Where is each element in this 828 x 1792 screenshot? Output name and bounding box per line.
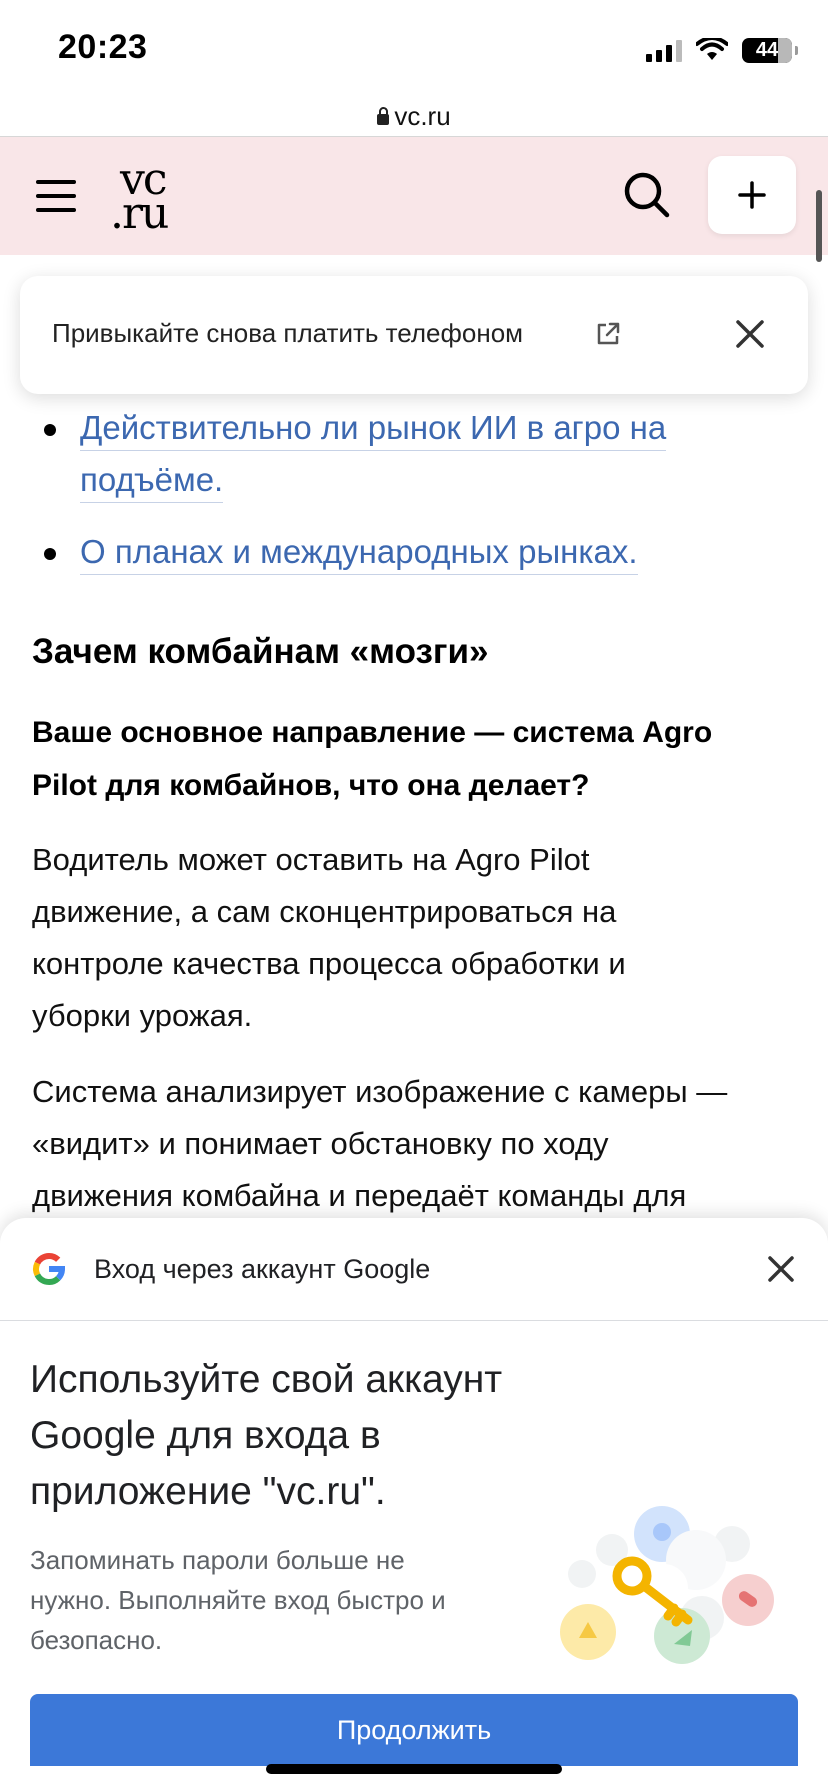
sheet-heading: Используйте свой аккаунт Google для вход… bbox=[30, 1352, 590, 1520]
battery-level: 44 bbox=[755, 38, 779, 61]
link-text: подъёме. bbox=[80, 461, 224, 503]
banner-text: Привыкайте снова платить телефоном bbox=[52, 318, 524, 348]
battery-icon: 44 bbox=[742, 37, 798, 63]
close-icon[interactable] bbox=[766, 1254, 796, 1284]
promo-banner[interactable]: Привыкайте снова платить телефоном bbox=[20, 276, 808, 394]
cellular-signal-icon bbox=[646, 38, 682, 62]
external-link-icon bbox=[597, 322, 620, 345]
paragraph: Водитель может оставить на Agro Pilot дв… bbox=[32, 834, 807, 1042]
status-time: 20:23 bbox=[58, 28, 148, 66]
paragraph-line: «видит» и понимает обстановку по ходу bbox=[32, 1126, 609, 1161]
description-line: безопасно. bbox=[30, 1625, 163, 1655]
heading-line: Используйте свой аккаунт bbox=[30, 1358, 503, 1401]
paragraph: Система анализирует изображение с камеры… bbox=[32, 1066, 807, 1222]
sheet-title: Вход через аккаунт Google bbox=[94, 1254, 431, 1284]
menu-icon-bar bbox=[36, 180, 76, 184]
menu-icon-bar bbox=[36, 208, 76, 212]
question-line: Ваше основное направление — система Agro bbox=[32, 716, 713, 749]
page-scrollbar[interactable] bbox=[816, 190, 822, 262]
description-line: Запоминать пароли больше не bbox=[30, 1545, 405, 1575]
status-icons: 44 bbox=[646, 34, 798, 66]
close-icon[interactable] bbox=[734, 318, 766, 350]
status-bar: 20:23 44 bbox=[0, 0, 828, 96]
toc-link-plans[interactable]: О планах и международных рынках. bbox=[80, 526, 638, 578]
list-bullet bbox=[44, 548, 56, 560]
search-icon bbox=[624, 172, 670, 218]
google-logo-icon bbox=[33, 1252, 66, 1285]
link-text: Действительно ли рынок ИИ в агро на bbox=[80, 409, 667, 451]
continue-button[interactable]: Продолжить bbox=[30, 1694, 798, 1766]
paragraph-line: контроле качества процесса обработки и bbox=[32, 946, 626, 981]
heading-line: Google для входа в bbox=[30, 1414, 381, 1457]
paragraph-line: движение, а сам сконцентрироваться на bbox=[32, 894, 617, 929]
menu-button[interactable] bbox=[36, 180, 76, 212]
menu-icon-bar bbox=[36, 194, 76, 198]
paragraph-line: уборки урожая. bbox=[32, 998, 253, 1033]
lock-icon bbox=[377, 106, 390, 125]
url-text: vc.ru bbox=[394, 100, 451, 131]
sheet-header: Вход через аккаунт Google bbox=[0, 1218, 828, 1321]
logo-text-bottom: .ru bbox=[110, 188, 169, 239]
wifi-icon bbox=[696, 38, 728, 60]
sheet-description: Запоминать пароли больше не нужно. Выпол… bbox=[30, 1540, 500, 1660]
search-button[interactable] bbox=[622, 170, 672, 220]
address-bar[interactable]: vc.ru bbox=[0, 96, 828, 137]
site-logo[interactable]: vc .ru bbox=[110, 154, 190, 239]
link-text: О планах и международных рынках. bbox=[80, 533, 638, 575]
description-line: нужно. Выполняйте вход быстро и bbox=[30, 1585, 446, 1615]
paragraph-line: движения комбайна и передаёт команды для bbox=[32, 1178, 687, 1213]
toc-link-ai-agro[interactable]: Действительно ли рынок ИИ в агро на подъ… bbox=[80, 402, 667, 506]
key-illustration-icon bbox=[560, 1506, 774, 1664]
paragraph-line: Водитель может оставить на Agro Pilot bbox=[32, 842, 590, 877]
create-post-button[interactable] bbox=[708, 156, 796, 234]
list-bullet bbox=[44, 424, 56, 436]
plus-icon bbox=[738, 181, 766, 209]
question-line: Pilot для комбайнов, что она делает? bbox=[32, 769, 590, 802]
google-signin-sheet: Вход через аккаунт Google Используйте св… bbox=[0, 1218, 828, 1792]
paragraph-line: Система анализирует изображение с камеры… bbox=[32, 1074, 728, 1109]
home-indicator[interactable] bbox=[266, 1764, 562, 1774]
interview-question: Ваше основное направление — система Agro… bbox=[32, 706, 772, 812]
heading-line: приложение "vc.ru". bbox=[30, 1470, 386, 1513]
section-heading: Зачем комбайнам «мозги» bbox=[32, 632, 489, 671]
